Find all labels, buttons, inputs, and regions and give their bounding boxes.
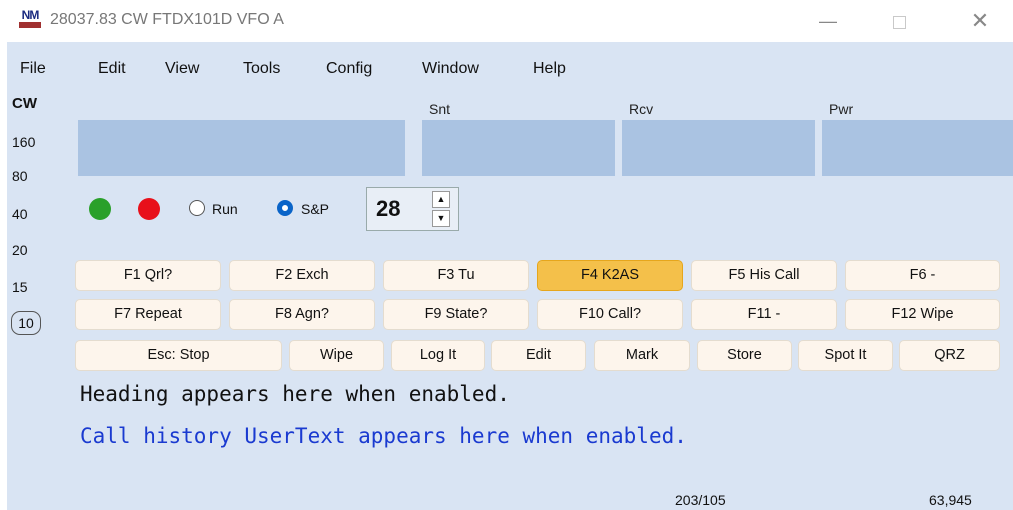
f9-button[interactable]: F9 State? [383, 299, 529, 330]
heading-text: Heading appears here when enabled. [80, 382, 510, 406]
menu-config[interactable]: Config [326, 60, 372, 78]
spinner-down-button[interactable]: ▼ [432, 210, 450, 227]
snt-field[interactable] [422, 120, 615, 176]
sp-radio[interactable] [277, 200, 293, 216]
green-indicator-icon [89, 198, 111, 220]
f10-button[interactable]: F10 Call? [537, 299, 683, 330]
store-button[interactable]: Store [697, 340, 792, 371]
esc-stop-button[interactable]: Esc: Stop [75, 340, 282, 371]
window-title: 28037.83 CW FTDX101D VFO A [50, 11, 284, 28]
f8-button[interactable]: F8 Agn? [229, 299, 375, 330]
qrz-button[interactable]: QRZ [899, 340, 1000, 371]
close-button[interactable]: ✕ [957, 6, 1003, 36]
wipe-button[interactable]: Wipe [289, 340, 384, 371]
callsign-field[interactable] [78, 120, 405, 176]
sp-radio-label[interactable]: S&P [301, 201, 329, 217]
f7-button[interactable]: F7 Repeat [75, 299, 221, 330]
f5-button[interactable]: F5 His Call [691, 260, 837, 291]
band-160[interactable]: 160 [12, 134, 35, 150]
menu-bar: File Edit View Tools Config Window Help [7, 52, 1013, 78]
rcv-header: Rcv [629, 101, 654, 117]
menu-window[interactable]: Window [422, 60, 479, 78]
menu-view[interactable]: View [165, 60, 199, 78]
edit-button[interactable]: Edit [491, 340, 586, 371]
spinner-up-button[interactable]: ▲ [432, 191, 450, 208]
f12-button[interactable]: F12 Wipe [845, 299, 1000, 330]
f4-button[interactable]: F4 K2AS [537, 260, 683, 291]
f6-button[interactable]: F6 - [845, 260, 1000, 291]
spot-it-button[interactable]: Spot It [798, 340, 893, 371]
run-radio-label[interactable]: Run [212, 201, 238, 217]
usertext-line: Call history UserText appears here when … [80, 424, 687, 448]
maximize-icon [892, 15, 906, 29]
minimize-button[interactable]: — [805, 6, 851, 36]
band-15[interactable]: 15 [12, 279, 28, 295]
pwr-field[interactable] [822, 120, 1013, 176]
run-radio[interactable] [189, 200, 205, 216]
snt-header: Snt [429, 101, 451, 117]
f11-button[interactable]: F11 - [691, 299, 837, 330]
band-40[interactable]: 40 [12, 206, 28, 222]
score-status: 63,945 [929, 492, 972, 508]
menu-tools[interactable]: Tools [243, 60, 280, 78]
title-bar[interactable]: NM 28037.83 CW FTDX101D VFO A — ✕ [7, 0, 1013, 42]
f2-button[interactable]: F2 Exch [229, 260, 375, 291]
f3-button[interactable]: F3 Tu [383, 260, 529, 291]
band-20[interactable]: 20 [12, 242, 28, 258]
spinner-value[interactable]: 28 [376, 196, 400, 222]
pwr-header: Pwr [829, 101, 854, 117]
band-80[interactable]: 80 [12, 168, 28, 184]
band-10-selected[interactable]: 10 [11, 311, 41, 335]
app-logo-icon: NM [19, 9, 41, 30]
red-indicator-icon [138, 198, 160, 220]
menu-help[interactable]: Help [533, 60, 566, 78]
menu-file[interactable]: File [20, 60, 46, 78]
band-spinner[interactable]: 28 ▲ ▼ [366, 187, 459, 231]
qso-count-status: 203/105 [675, 492, 726, 508]
rcv-field[interactable] [622, 120, 815, 176]
maximize-button[interactable] [876, 6, 922, 36]
menu-edit[interactable]: Edit [98, 60, 126, 78]
log-it-button[interactable]: Log It [391, 340, 485, 371]
mark-button[interactable]: Mark [594, 340, 690, 371]
mode-label[interactable]: CW [12, 95, 37, 112]
f1-button[interactable]: F1 Qrl? [75, 260, 221, 291]
logger-window: NM 28037.83 CW FTDX101D VFO A — ✕ File E… [7, 0, 1013, 510]
